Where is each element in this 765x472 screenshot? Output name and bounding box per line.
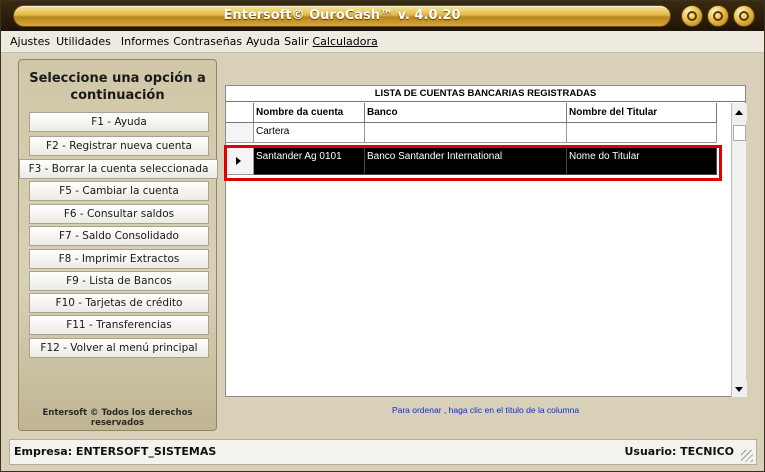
print-statements-button[interactable]: F8 - Imprimir Extractos bbox=[29, 249, 209, 269]
options-heading-line1: Seleccione una opción a bbox=[29, 71, 206, 86]
sort-hint: Para ordenar , haga clic en el título de… bbox=[391, 405, 580, 415]
consolidated-balance-button[interactable]: F7 - Saldo Consolidado bbox=[29, 226, 209, 246]
resize-grip-icon[interactable] bbox=[741, 450, 753, 462]
options-heading-line2: continuación bbox=[70, 88, 165, 103]
main-menu-button[interactable]: F12 - Volver al menú principal bbox=[29, 338, 209, 358]
menu-bar: Ajustes Utilidades Informes Contraseñas … bbox=[1, 31, 764, 53]
register-account-button[interactable]: F2 - Registrar nueva cuenta bbox=[29, 136, 209, 156]
options-heading: Seleccione una opción a continuación bbox=[19, 70, 216, 104]
bank-list-button[interactable]: F9 - Lista de Bancos bbox=[29, 271, 209, 291]
close-button[interactable] bbox=[733, 5, 755, 27]
vertical-scrollbar[interactable] bbox=[731, 103, 747, 397]
maximize-button[interactable] bbox=[707, 5, 729, 27]
close-icon bbox=[739, 11, 749, 21]
row-indicator bbox=[226, 123, 254, 143]
delete-account-button[interactable]: F3 - Borrar la cuenta seleccionada bbox=[19, 159, 218, 179]
column-header-account[interactable]: Nombre da cuenta bbox=[254, 103, 365, 123]
menu-ayuda[interactable]: Ayuda bbox=[246, 35, 280, 48]
accounts-grid: LISTA DE CUENTAS BANCARIAS REGISTRADAS N… bbox=[225, 85, 747, 397]
column-header-holder[interactable]: Nombre del Titular bbox=[567, 103, 717, 123]
check-balances-button[interactable]: F6 - Consultar saldos bbox=[29, 204, 209, 224]
options-panel: Seleccione una opción a continuación F1 … bbox=[18, 59, 218, 431]
cell-bank[interactable] bbox=[365, 123, 567, 143]
menu-calculadora[interactable]: Calculadora bbox=[312, 35, 377, 48]
title-pill: Entersoft© OuroCash™ v. 4.0.20 bbox=[13, 5, 671, 27]
company-label: Empresa: ENTERSOFT_SISTEMAS bbox=[14, 445, 217, 458]
menu-contrasenas[interactable]: Contraseñas bbox=[173, 35, 242, 48]
status-bar: Empresa: ENTERSOFT_SISTEMAS Usuario: TEC… bbox=[9, 439, 757, 465]
copyright-text: Entersoft © Todos los derechos reservado… bbox=[42, 408, 193, 428]
maximize-icon bbox=[713, 11, 723, 21]
grid-title: LISTA DE CUENTAS BANCARIAS REGISTRADAS bbox=[226, 86, 745, 102]
menu-ajustes[interactable]: Ajustes bbox=[10, 35, 50, 48]
selection-highlight bbox=[224, 145, 722, 181]
scroll-up-icon[interactable] bbox=[732, 105, 747, 121]
title-bar[interactable]: Entersoft© OuroCash™ v. 4.0.20 bbox=[1, 1, 764, 31]
scroll-down-icon[interactable] bbox=[732, 381, 747, 397]
cell-holder[interactable] bbox=[567, 123, 717, 143]
row-header-corner bbox=[226, 103, 254, 123]
menu-informes[interactable]: Informes bbox=[121, 35, 169, 48]
menu-salir[interactable]: Salir bbox=[284, 35, 308, 48]
minimize-button[interactable] bbox=[681, 5, 703, 27]
minimize-icon bbox=[687, 11, 697, 21]
scroll-thumb[interactable] bbox=[733, 125, 746, 141]
help-button[interactable]: F1 - Ayuda bbox=[29, 112, 209, 132]
change-account-button[interactable]: F5 - Cambiar la cuenta bbox=[29, 181, 209, 201]
user-label: Usuario: TECNICO bbox=[624, 445, 734, 458]
menu-utilidades[interactable]: Utilidades bbox=[56, 35, 111, 48]
window-title: Entersoft© OuroCash™ v. 4.0.20 bbox=[223, 8, 461, 23]
column-header-bank[interactable]: Banco bbox=[365, 103, 567, 123]
transfers-button[interactable]: F11 - Transferencias bbox=[29, 315, 209, 335]
app-window: Entersoft© OuroCash™ v. 4.0.20 Ajustes U… bbox=[0, 0, 765, 472]
credit-cards-button[interactable]: F10 - Tarjetas de crédito bbox=[29, 293, 209, 313]
cell-account[interactable]: Cartera bbox=[254, 123, 365, 143]
